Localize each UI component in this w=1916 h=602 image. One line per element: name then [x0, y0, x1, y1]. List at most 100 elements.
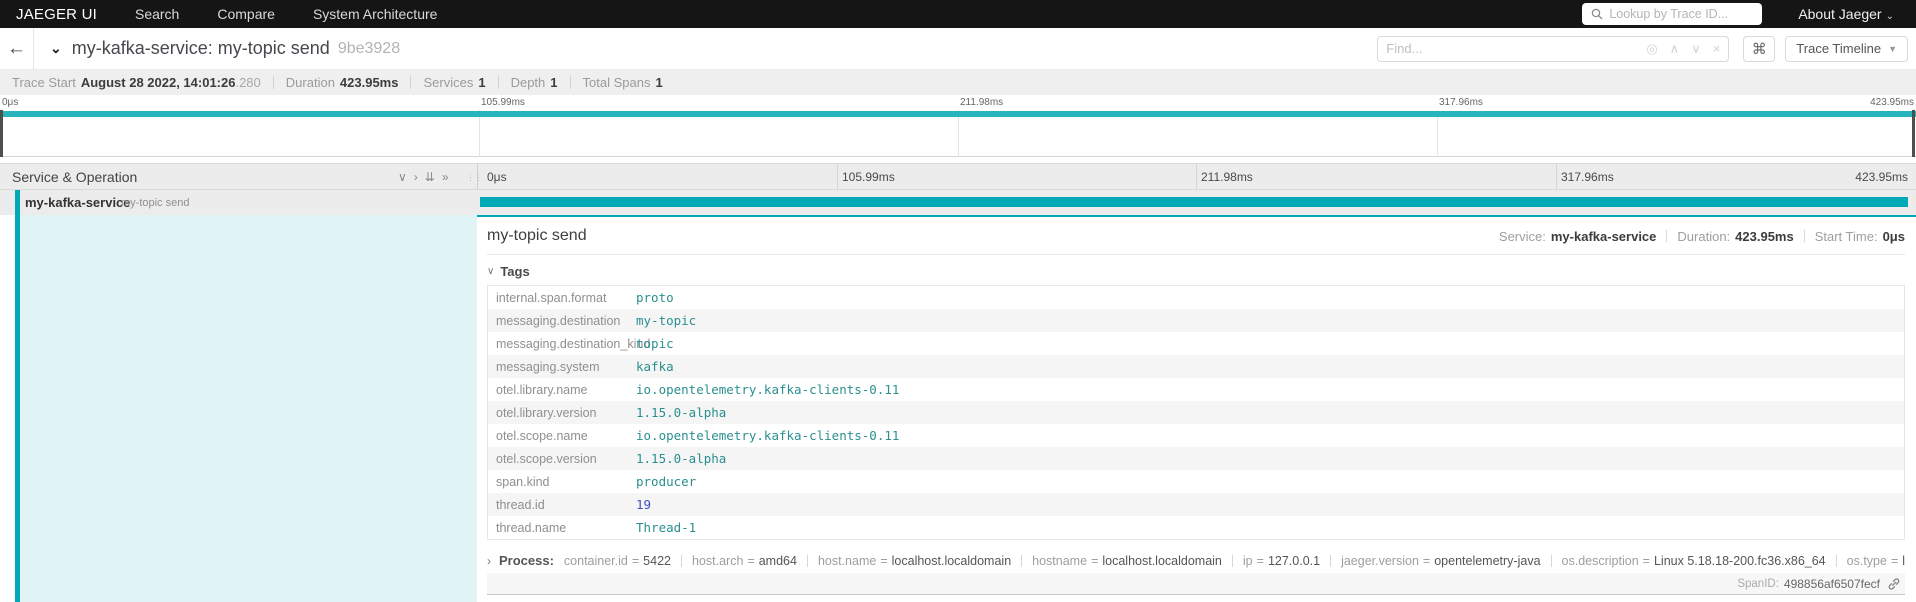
- span-color-accent: [15, 190, 20, 215]
- table-row: otel.library.version 1.15.0-alpha: [488, 401, 1904, 424]
- meta-service-label: Service:: [1498, 228, 1546, 244]
- prev-match-icon[interactable]: ∧: [1670, 41, 1680, 57]
- process-item: host.name = localhost.localdomain: [818, 554, 1011, 568]
- back-button[interactable]: ←: [0, 27, 34, 70]
- equals-sign: =: [1091, 553, 1099, 568]
- collapse-trace-chevron-icon[interactable]: ⌄: [50, 40, 62, 57]
- keyboard-shortcuts-button[interactable]: ⌘: [1743, 35, 1776, 62]
- span-operation-name: my-topic send: [121, 197, 190, 209]
- detail-left-gutter: [0, 215, 15, 602]
- nav-search[interactable]: Search: [135, 6, 179, 22]
- trace-id-search[interactable]: [1582, 3, 1763, 25]
- minimap-tick-3: 317.96ms: [1439, 97, 1483, 108]
- tag-key: messaging.system: [496, 359, 600, 374]
- detail-divider: [487, 254, 1905, 255]
- process-item: container.id = 5422: [564, 554, 671, 568]
- timeline-tick-3: 317.96ms: [1561, 170, 1614, 184]
- tag-key: otel.scope.name: [496, 428, 588, 443]
- nav-right-group: About Jaeger⌄: [1582, 3, 1916, 25]
- tags-section-toggle[interactable]: ∨ Tags: [487, 264, 1905, 279]
- chevron-down-icon: ∨: [487, 266, 495, 277]
- expand-all-icon[interactable]: »: [442, 170, 449, 184]
- divider: [272, 76, 274, 89]
- process-value: opentelemetry-java: [1434, 553, 1541, 568]
- tag-value: 19: [636, 497, 652, 512]
- back-arrow-icon: ←: [7, 37, 26, 59]
- tag-key: otel.scope.version: [496, 451, 597, 466]
- depth-value: 1: [550, 75, 558, 90]
- process-item: os.description = Linux 5.18.18-200.fc36.x8…: [1562, 554, 1826, 568]
- detail-title-row: my-topic send Service: my-kafka-service …: [487, 227, 1905, 245]
- process-label[interactable]: Process:: [499, 553, 554, 568]
- collapse-all-icon[interactable]: ∨: [398, 170, 407, 184]
- about-jaeger-label: About Jaeger: [1798, 6, 1882, 22]
- span-detail-card: my-topic send Service: my-kafka-service …: [477, 215, 1916, 595]
- timeline-tick-2: 211.98ms: [1201, 170, 1253, 184]
- trace-id-short: 9be3928: [337, 39, 401, 57]
- tag-value: topic: [636, 336, 674, 351]
- minimap-left-scrubber[interactable]: [0, 110, 3, 157]
- tag-value: io.opentelemetry.kafka-clients-0.11: [636, 382, 900, 397]
- timeline-tick-0: 0μs: [487, 170, 507, 184]
- detail-footer: SpanID: 498856af6507fecf: [487, 573, 1905, 595]
- minimap-gridline: [479, 110, 480, 157]
- tag-key: internal.span.format: [496, 290, 607, 305]
- process-key: os.description: [1561, 553, 1639, 568]
- timeline-tick-4: 423.95ms: [1855, 170, 1908, 184]
- expand-one-icon[interactable]: ›: [414, 170, 418, 184]
- table-row: otel.library.name io.opentelemetry.kafka-…: [488, 378, 1904, 401]
- divider: [410, 76, 412, 89]
- divider: [1550, 554, 1552, 567]
- nav-system-architecture[interactable]: System Architecture: [313, 6, 438, 22]
- focus-match-icon[interactable]: ◎: [1646, 41, 1657, 57]
- chevron-right-icon[interactable]: ›: [487, 554, 491, 568]
- process-key: ip: [1242, 553, 1253, 568]
- table-row: messaging.system kafka: [488, 355, 1904, 378]
- find-input[interactable]: [1386, 41, 1635, 56]
- process-row: › Process: container.id = 5422 host.arch = a…: [487, 553, 1905, 568]
- divider: [1803, 230, 1805, 242]
- trace-start-value: August 28 2022, 14:01:26: [80, 75, 236, 90]
- tag-value: Thread-1: [636, 520, 697, 535]
- span-id-label: SpanID:: [1737, 577, 1779, 590]
- trace-id-input[interactable]: [1609, 7, 1754, 21]
- span-service-name[interactable]: my-kafka-service: [25, 195, 131, 210]
- clear-find-icon[interactable]: ×: [1713, 41, 1721, 56]
- span-duration-bar[interactable]: [480, 197, 1908, 207]
- tag-key: messaging.destination: [496, 313, 621, 328]
- minimap-tick-0: 0μs: [2, 97, 19, 108]
- divider: [1835, 554, 1837, 567]
- minimap-tick-1: 105.99ms: [481, 97, 525, 108]
- nav-compare[interactable]: Compare: [217, 6, 275, 22]
- divider: [680, 554, 682, 567]
- total-spans-label: Total Spans: [582, 75, 651, 90]
- divider: [569, 76, 571, 89]
- collapse-deep-icon[interactable]: ⇊: [425, 170, 435, 184]
- next-match-icon[interactable]: ∨: [1691, 41, 1701, 57]
- meta-starttime-value: 0μs: [1882, 228, 1905, 244]
- process-value: 127.0.0.1: [1267, 553, 1321, 568]
- meta-duration-value: 423.95ms: [1735, 228, 1794, 244]
- trace-view-select[interactable]: Trace Timeline ▼: [1785, 35, 1908, 62]
- table-row: otel.scope.name io.opentelemetry.kafka-cl…: [488, 424, 1904, 447]
- table-row: thread.name Thread-1: [488, 516, 1904, 539]
- process-item: os.type=linux: [1847, 554, 1905, 568]
- trace-header: ← ⌄ my-kafka-service: my-topic send 9be3…: [0, 27, 1916, 70]
- app-brand[interactable]: JAEGER UI: [16, 6, 97, 23]
- process-value: Linux 5.18.18-200.fc36.x86_64: [1653, 553, 1826, 568]
- about-jaeger-menu[interactable]: About Jaeger ⌄: [1798, 6, 1894, 22]
- process-key: host.arch: [691, 553, 744, 568]
- trace-minimap[interactable]: [0, 110, 1916, 157]
- tag-value: kafka: [636, 359, 674, 374]
- span-row[interactable]: my-kafka-service my-topic send: [0, 190, 1916, 215]
- duration-value: 423.95ms: [339, 75, 399, 90]
- divider: [1231, 554, 1233, 567]
- deep-link-icon[interactable]: [1887, 577, 1901, 591]
- column-resize-handle[interactable]: ⋮⋮: [466, 172, 483, 183]
- tag-value: my-topic: [636, 313, 697, 328]
- tag-key: thread.name: [496, 520, 567, 535]
- tags-table: internal.span.format proto messaging.dest…: [487, 285, 1905, 540]
- minimap-right-scrubber[interactable]: [1912, 110, 1915, 157]
- table-row: thread.id 19: [488, 493, 1904, 516]
- process-value: amd64: [758, 553, 797, 568]
